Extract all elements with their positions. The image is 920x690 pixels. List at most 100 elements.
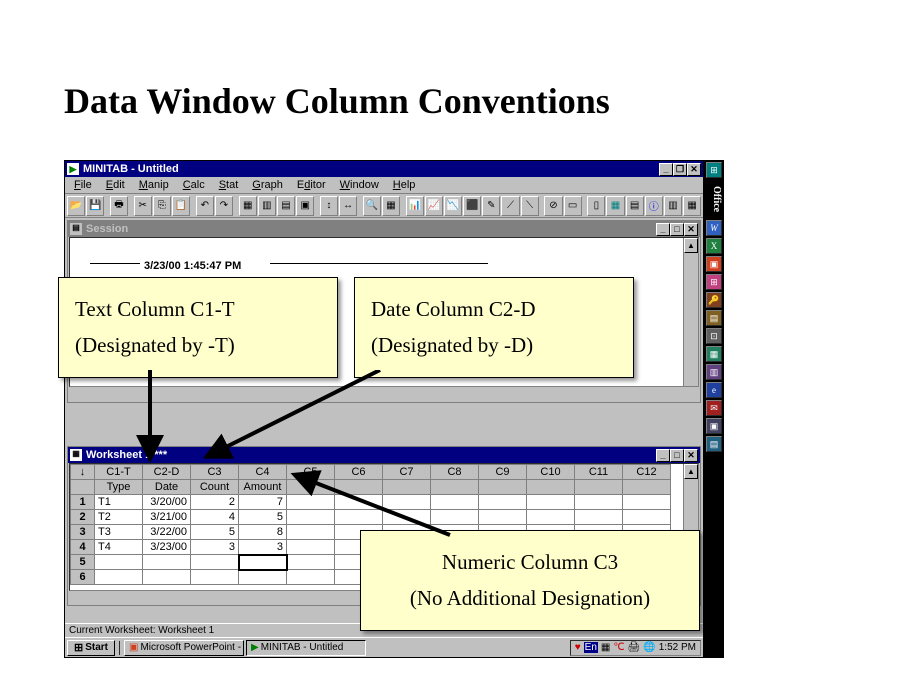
tb-icon[interactable]: ▭	[564, 196, 582, 216]
cell[interactable]: T1	[95, 495, 143, 510]
session-scrollbar[interactable]: ▲	[683, 238, 698, 386]
tb-icon[interactable]: ▤	[626, 196, 644, 216]
cut-icon[interactable]: ✂	[134, 196, 152, 216]
office-app-icon[interactable]: ⊞	[706, 274, 722, 290]
tray-icon[interactable]: 🌐	[643, 642, 655, 653]
row-header[interactable]: 6	[71, 570, 95, 585]
save-icon[interactable]: 💾	[86, 196, 104, 216]
scroll-up-icon[interactable]: ▲	[684, 464, 698, 479]
menu-editor[interactable]: Editor	[290, 178, 333, 192]
tb-icon[interactable]: ▤	[277, 196, 295, 216]
tray-icon[interactable]: ℃	[613, 642, 624, 653]
menu-calc[interactable]: Calc	[176, 178, 212, 192]
office-app-icon[interactable]: ⊡	[706, 328, 722, 344]
scroll-up-icon[interactable]: ▲	[684, 238, 698, 253]
tray-icon[interactable]: ▦	[601, 642, 610, 653]
cell[interactable]: 3/20/00	[143, 495, 191, 510]
corner-cell[interactable]: ↓	[71, 465, 95, 480]
session-max-button[interactable]: □	[670, 223, 684, 236]
tb-icon[interactable]: ✎	[482, 196, 500, 216]
ie-icon[interactable]: e	[706, 382, 722, 398]
ws-close-button[interactable]: ✕	[684, 449, 698, 462]
col-header[interactable]: C4	[239, 465, 287, 480]
cell[interactable]: T3	[95, 525, 143, 540]
row-header[interactable]: 5	[71, 555, 95, 570]
office-app-icon[interactable]: ▦	[706, 346, 722, 362]
find-icon[interactable]: 🔍	[363, 196, 381, 216]
col-name[interactable]: Amount	[239, 480, 287, 495]
print-icon[interactable]: 🖶	[110, 196, 128, 216]
cell[interactable]: T2	[95, 510, 143, 525]
cell[interactable]: T4	[95, 540, 143, 555]
chart-icon[interactable]: 📈	[425, 196, 443, 216]
arrow-icon[interactable]: ↔	[339, 196, 357, 216]
tray-icon[interactable]: ♥	[575, 642, 581, 653]
tb-icon[interactable]: ▦	[382, 196, 400, 216]
col-header[interactable]: C8	[431, 465, 479, 480]
office-icon[interactable]: ⊞	[706, 162, 722, 178]
close-button[interactable]: ✕	[687, 163, 701, 176]
arrow-icon[interactable]: ↕	[320, 196, 338, 216]
task-button[interactable]: ▣ Microsoft PowerPoint - [6-1...	[124, 640, 244, 656]
cell[interactable]: 3	[191, 540, 239, 555]
open-icon[interactable]: 📂	[67, 196, 85, 216]
menu-manip[interactable]: Manip	[132, 178, 176, 192]
col-name[interactable]: Count	[191, 480, 239, 495]
minimize-button[interactable]: _	[659, 163, 673, 176]
cell[interactable]: 8	[239, 525, 287, 540]
col-header[interactable]: C2-D	[143, 465, 191, 480]
tb-icon[interactable]: ▥	[258, 196, 276, 216]
row-header[interactable]: 2	[71, 510, 95, 525]
undo-icon[interactable]: ↶	[196, 196, 214, 216]
tb-icon[interactable]: ▦	[606, 196, 624, 216]
menu-edit[interactable]: Edit	[99, 178, 132, 192]
access-icon[interactable]: 🔑	[706, 292, 722, 308]
tray-icon[interactable]: 🖨	[628, 642, 641, 653]
cell[interactable]: 3/23/00	[143, 540, 191, 555]
redo-icon[interactable]: ↷	[215, 196, 233, 216]
info-icon[interactable]: ⓘ	[645, 196, 663, 216]
cell[interactable]	[191, 555, 239, 570]
excel-icon[interactable]: X	[706, 238, 722, 254]
col-header[interactable]: C5	[287, 465, 335, 480]
tb-icon[interactable]: ⟍	[521, 196, 539, 216]
chart-icon[interactable]: 📊	[406, 196, 424, 216]
col-header[interactable]: C12	[623, 465, 671, 480]
cell[interactable]: 7	[239, 495, 287, 510]
tb-icon[interactable]: ▦	[239, 196, 257, 216]
cell[interactable]	[95, 555, 143, 570]
tb-icon[interactable]: ▦	[683, 196, 701, 216]
cell[interactable]: 4	[191, 510, 239, 525]
col-name[interactable]: Type	[95, 480, 143, 495]
office-app-icon[interactable]: ▣	[706, 418, 722, 434]
cell[interactable]	[143, 555, 191, 570]
cell[interactable]: 3/21/00	[143, 510, 191, 525]
chart-icon[interactable]: 📉	[444, 196, 462, 216]
session-min-button[interactable]: _	[656, 223, 670, 236]
row-header[interactable]: 3	[71, 525, 95, 540]
cell[interactable]: 3	[239, 540, 287, 555]
ws-min-button[interactable]: _	[656, 449, 670, 462]
menu-graph[interactable]: Graph	[245, 178, 290, 192]
col-header[interactable]: C3	[191, 465, 239, 480]
cell[interactable]: 2	[191, 495, 239, 510]
office-app-icon[interactable]: ▤	[706, 436, 722, 452]
col-header[interactable]: C11	[575, 465, 623, 480]
row-header[interactable]: 1	[71, 495, 95, 510]
menu-stat[interactable]: Stat	[212, 178, 246, 192]
col-header[interactable]: C10	[527, 465, 575, 480]
menu-help[interactable]: Help	[386, 178, 423, 192]
col-name[interactable]: Date	[143, 480, 191, 495]
cell[interactable]: 3/22/00	[143, 525, 191, 540]
row-header[interactable]: 4	[71, 540, 95, 555]
cancel-icon[interactable]: ⊘	[544, 196, 562, 216]
menu-window[interactable]: Window	[333, 178, 386, 192]
cell[interactable]: 5	[239, 510, 287, 525]
chart-icon[interactable]: ⬛	[463, 196, 481, 216]
cell[interactable]	[239, 555, 287, 570]
session-close-button[interactable]: ✕	[684, 223, 698, 236]
powerpoint-icon[interactable]: ▣	[706, 256, 722, 272]
ws-max-button[interactable]: □	[670, 449, 684, 462]
tray-icon[interactable]: En	[584, 642, 598, 653]
menu-file[interactable]: File	[67, 178, 99, 192]
